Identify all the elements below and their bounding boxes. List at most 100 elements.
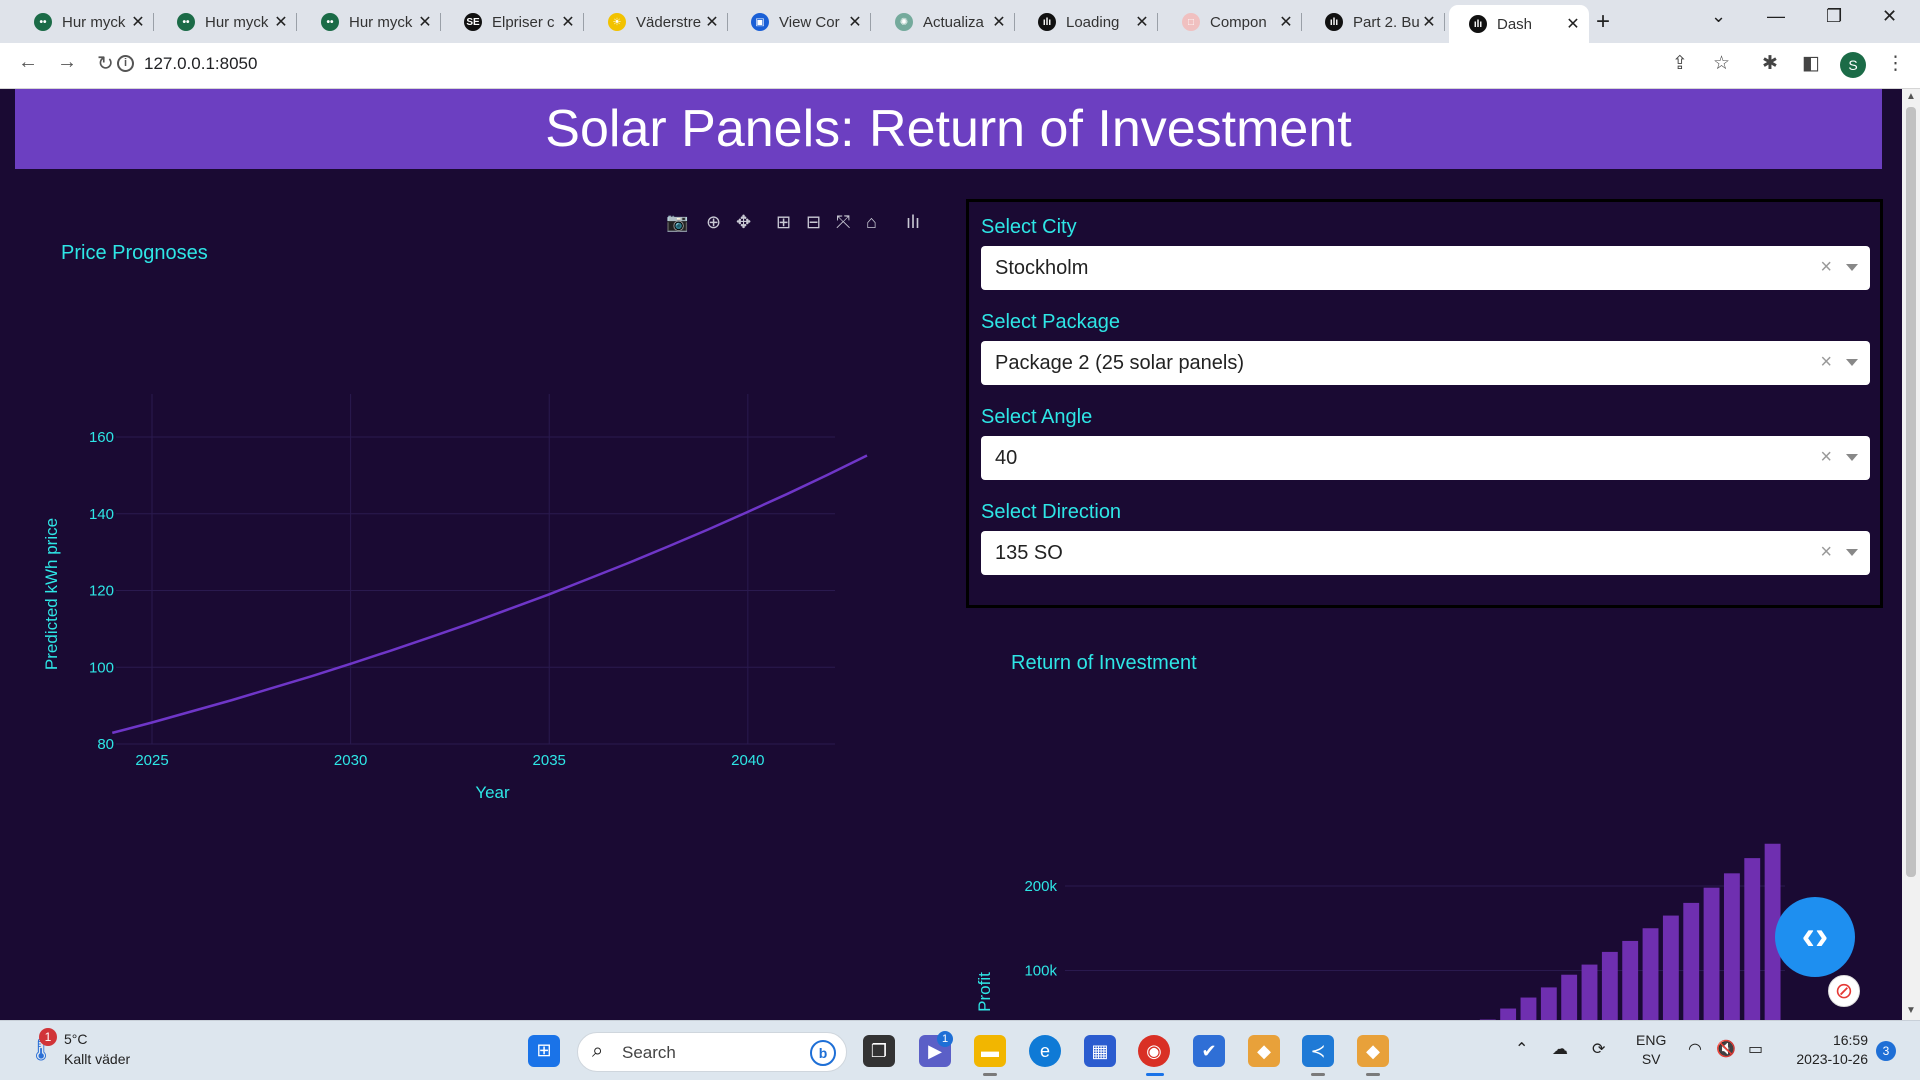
return-of-investment-chart[interactable]: 0100k200kProfit [960, 739, 1900, 1020]
zoom-icon[interactable]: ⊕ [706, 212, 721, 233]
clock[interactable]: 16:59 2023-10-26 [1788, 1031, 1868, 1069]
scrollbar-thumb[interactable] [1906, 107, 1916, 877]
roi-bar[interactable] [1540, 987, 1557, 1020]
browser-tab[interactable]: •• Hur myck ✕ [157, 5, 297, 39]
browser-tab[interactable]: ☀ Väderstre ✕ [588, 5, 728, 39]
url-field[interactable]: 127.0.0.1:8050 [144, 54, 257, 74]
scroll-down-icon[interactable]: ▼ [1906, 1005, 1916, 1016]
minimize-button[interactable]: — [1767, 6, 1785, 27]
task-view-icon[interactable]: ❐ [863, 1035, 895, 1067]
tab-close-icon[interactable]: ✕ [1278, 12, 1294, 32]
tab-close-icon[interactable]: ✕ [130, 12, 146, 32]
close-window-button[interactable]: ✕ [1882, 6, 1897, 27]
chrome-icon[interactable]: ◉ [1138, 1035, 1170, 1067]
forward-icon[interactable]: → [57, 51, 77, 74]
zoom-out-icon[interactable]: ⊟ [806, 212, 821, 233]
maximize-button[interactable]: ❐ [1826, 6, 1842, 27]
tab-close-icon[interactable]: ✕ [1565, 14, 1581, 34]
zoom-in-icon[interactable]: ⊞ [776, 212, 791, 233]
tray-overflow-icon[interactable]: ⌃ [1515, 1039, 1528, 1059]
tab-close-icon[interactable]: ✕ [1421, 12, 1437, 32]
start-button[interactable]: ⊞ [528, 1035, 560, 1067]
roi-bar[interactable] [1500, 1008, 1517, 1020]
notification-badge[interactable]: 3 [1876, 1041, 1896, 1061]
extensions-icon[interactable]: ✱ [1762, 52, 1778, 75]
roi-bar[interactable] [1520, 997, 1537, 1020]
todo-icon[interactable]: ✔ [1193, 1035, 1225, 1067]
roi-bar[interactable] [1622, 940, 1639, 1020]
tab-close-icon[interactable]: ✕ [560, 12, 576, 32]
tab-close-icon[interactable]: ✕ [847, 12, 863, 32]
bing-icon[interactable]: b [810, 1040, 836, 1066]
browser-tab[interactable]: SE Elpriser c ✕ [444, 5, 584, 39]
pan-icon[interactable]: ✥ [736, 212, 751, 233]
speaker-muted-icon[interactable]: 🔇 [1716, 1039, 1736, 1059]
input-language[interactable]: ENG SV [1636, 1031, 1666, 1069]
select-package-dropdown[interactable]: Package 2 (25 solar panels) × [981, 341, 1870, 385]
taskbar-search[interactable]: ⌕ Search b [577, 1032, 847, 1072]
browser-tab[interactable]: ılı Loading ✕ [1018, 5, 1158, 39]
plotly-logo-icon[interactable]: ılı [906, 212, 920, 233]
site-info-icon[interactable]: i [117, 55, 134, 72]
battery-icon[interactable]: ▭ [1748, 1039, 1763, 1059]
select-direction-dropdown[interactable]: 135 SO × [981, 531, 1870, 575]
new-tab-button[interactable]: + [1596, 8, 1610, 36]
tab-close-icon[interactable]: ✕ [417, 12, 433, 32]
clear-icon[interactable]: × [1820, 256, 1832, 279]
bookmark-star-icon[interactable]: ☆ [1713, 52, 1730, 75]
browser-tab[interactable]: •• Hur myck ✕ [301, 5, 441, 39]
tab-close-icon[interactable]: ✕ [991, 12, 1007, 32]
roi-bar[interactable] [1601, 951, 1618, 1020]
roi-bar[interactable] [1581, 964, 1598, 1020]
no-entry-icon[interactable]: ⊘ [1828, 975, 1860, 1007]
roi-bar[interactable] [1662, 915, 1679, 1020]
page-scrollbar[interactable]: ▲ ▼ [1902, 89, 1920, 1020]
chevron-down-icon[interactable] [1846, 549, 1858, 556]
reload-icon[interactable]: ↻ [97, 51, 114, 76]
store-icon[interactable]: ▦ [1084, 1035, 1116, 1067]
price-line[interactable] [111, 454, 868, 735]
roi-bar[interactable] [1703, 887, 1720, 1020]
onedrive-icon[interactable]: ☁ [1552, 1039, 1568, 1059]
side-panel-icon[interactable]: ◧ [1802, 52, 1820, 75]
app-icon-2[interactable]: ◆ [1357, 1035, 1389, 1067]
autoscale-icon[interactable]: ⤧ [836, 212, 850, 233]
roi-bar[interactable] [1683, 902, 1700, 1020]
app-icon[interactable]: ◆ [1248, 1035, 1280, 1067]
browser-tab[interactable]: ılı Part 2. Bu ✕ [1305, 5, 1445, 39]
select-city-dropdown[interactable]: Stockholm × [981, 246, 1870, 290]
edge-icon[interactable]: e [1029, 1035, 1061, 1067]
tab-close-icon[interactable]: ✕ [273, 12, 289, 32]
vscode-icon[interactable]: ≺ [1302, 1035, 1334, 1067]
clear-icon[interactable]: × [1820, 541, 1832, 564]
chevron-down-icon[interactable] [1846, 264, 1858, 271]
back-icon[interactable]: ← [18, 51, 38, 74]
scroll-up-icon[interactable]: ▲ [1906, 91, 1916, 102]
profile-avatar[interactable]: S [1840, 52, 1866, 78]
weather-condition[interactable]: Kallt väder [64, 1051, 130, 1067]
price-prognoses-chart[interactable]: 80 100 120 140 160 2025 2030 2035 2040 Year Predic… [0, 319, 900, 819]
clear-icon[interactable]: × [1820, 446, 1832, 469]
camera-icon[interactable]: 📷 [666, 212, 688, 233]
roi-bar[interactable] [1642, 928, 1659, 1020]
browser-tab[interactable]: □ Compon ✕ [1162, 5, 1302, 39]
select-angle-dropdown[interactable]: 40 × [981, 436, 1870, 480]
weather-temperature[interactable]: 5°C [64, 1031, 88, 1047]
browser-tab[interactable]: ✺ Actualiza ✕ [875, 5, 1015, 39]
tab-close-icon[interactable]: ✕ [704, 12, 720, 32]
roi-bar[interactable] [1561, 974, 1578, 1020]
browser-menu-icon[interactable]: ⋮ [1886, 52, 1905, 75]
tab-close-icon[interactable]: ✕ [1134, 12, 1150, 32]
dev-tools-button[interactable]: ‹› [1775, 897, 1855, 977]
wifi-icon[interactable]: ◠ [1688, 1039, 1702, 1059]
browser-tab[interactable]: ▣ View Cor ✕ [731, 5, 871, 39]
chevron-down-icon[interactable] [1846, 454, 1858, 461]
home-icon[interactable]: ⌂ [866, 212, 877, 233]
sync-icon[interactable]: ⟳ [1592, 1039, 1605, 1059]
chevron-down-icon[interactable] [1846, 359, 1858, 366]
browser-tab[interactable]: ılı Dash ✕ [1449, 5, 1589, 43]
browser-tab[interactable]: •• Hur myck ✕ [14, 5, 154, 39]
tab-search-icon[interactable]: ⌄ [1711, 6, 1726, 27]
roi-bar[interactable] [1744, 858, 1761, 1020]
share-icon[interactable]: ⇪ [1672, 52, 1688, 75]
